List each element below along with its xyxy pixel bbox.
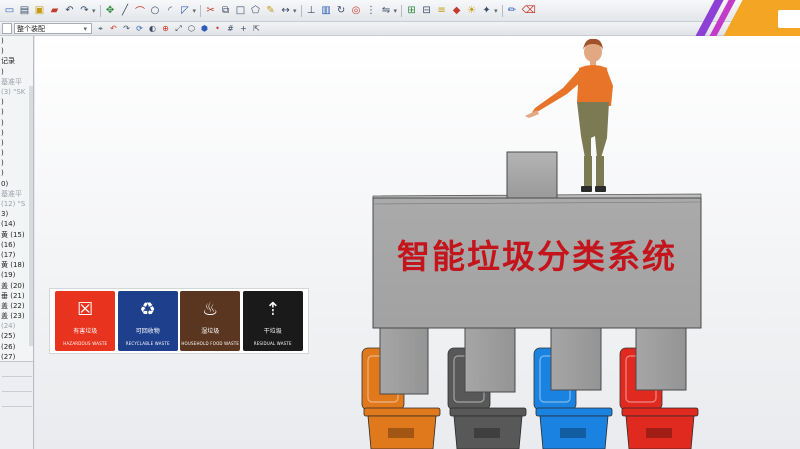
undo-small-icon[interactable]: ↶ xyxy=(108,23,119,35)
open-file-icon[interactable]: ▤ xyxy=(18,3,31,19)
hole-icon[interactable]: ◎ xyxy=(350,3,363,19)
offset-icon[interactable]: ⧉ xyxy=(219,3,232,19)
navigator-item[interactable]: 记录 xyxy=(0,56,33,66)
sensor-block[interactable] xyxy=(506,151,558,199)
grid-icon[interactable]: # xyxy=(225,23,236,35)
save-icon[interactable]: ▣ xyxy=(33,3,46,19)
waste-label-zh: 干垃圾 xyxy=(263,328,282,335)
hazardous-waste-card: ☒ 有害垃圾 HAZARDOUS WASTE xyxy=(55,291,116,351)
mirror-icon[interactable]: ⇋ xyxy=(380,3,393,19)
polygon-icon[interactable]: ⬠ xyxy=(249,3,262,19)
navigator-details-pane xyxy=(0,361,33,449)
waste-label-en: HOUSEHOLD FOOD WASTE xyxy=(181,341,240,346)
waste-label-zh: 有害垃圾 xyxy=(73,328,98,335)
chevron-down-icon[interactable]: ▾ xyxy=(92,7,96,15)
residual-icon: ⇡ xyxy=(265,299,281,320)
chute-pillar xyxy=(635,327,687,391)
wireframe-icon[interactable]: ⬡ xyxy=(186,23,197,35)
cad-app-window: ▭ ▤ ▣ ▰ ↶ ↷ ▾ ✥ ╱ ⌒ ○ ◜ ◸ ▾ ✂ ⧉ □ ⬠ ✎ ↔ ▾ ⊥ ▥ ↻ ◎ ⋮ ⇋ ▾ ⊞ ⊟ ≡ ◆ ☀ ✦ ▾ ✏ ⌫ 整个… xyxy=(0,0,800,449)
chute-pillars xyxy=(379,327,687,395)
select-filter-icon[interactable]: ⌖ xyxy=(95,23,106,35)
selection-scope-combo[interactable]: 整个装配 ▾ xyxy=(14,23,92,34)
waste-label-zh: 可回收物 xyxy=(135,328,160,335)
line-icon[interactable]: ╱ xyxy=(119,3,132,19)
revolve-icon[interactable]: ↻ xyxy=(335,3,348,19)
selection-toolbar: 整个装配 ▾ ⌖ ↶ ↷ ⟳ ◐ ⊕ ⤢ ⬡ ⬢ • # + ⇱ xyxy=(0,22,800,36)
waste-category-legend: ☒ 有害垃圾 HAZARDOUS WASTE ♻ 可回收物 RECYCLABLE WAST… xyxy=(49,288,309,354)
toolbar-separator xyxy=(501,4,503,17)
trim-icon[interactable]: ✂ xyxy=(204,3,217,19)
brand-logo xyxy=(690,0,800,36)
sketch-icon[interactable]: ✎ xyxy=(264,3,277,19)
rotate-icon[interactable]: ⟳ xyxy=(134,23,145,35)
fillet-icon[interactable]: ◜ xyxy=(164,3,177,19)
waste-label-en: HAZARDOUS WASTE xyxy=(63,341,108,346)
navigator-item[interactable]: ) xyxy=(0,36,33,46)
waste-label-zh: 湿垃圾 xyxy=(201,328,220,335)
measure-icon[interactable]: ⊞ xyxy=(405,3,418,19)
recycle-icon: ♻ xyxy=(139,299,156,320)
scene-model: 智能垃圾分类系统 xyxy=(361,38,702,449)
orient-icon[interactable]: ⇱ xyxy=(251,23,262,35)
toolbar-separator xyxy=(200,4,202,17)
fit-icon[interactable]: ⤢ xyxy=(173,23,184,35)
chevron-down-icon: ▾ xyxy=(83,24,87,33)
selection-tools: ⌖ ↶ ↷ ⟳ ◐ ⊕ ⤢ ⬡ ⬢ • # + ⇱ xyxy=(94,23,263,35)
chevron-down-icon[interactable]: ▾ xyxy=(293,7,297,15)
constraint-icon[interactable]: ⊥ xyxy=(305,3,318,19)
rectangle-icon[interactable]: □ xyxy=(234,3,247,19)
render-icon[interactable]: ☀ xyxy=(465,3,478,19)
shaded-icon[interactable]: ⬢ xyxy=(199,23,210,35)
chamfer-icon[interactable]: ◸ xyxy=(179,3,192,19)
new-file-icon[interactable]: ▭ xyxy=(3,3,16,19)
toolbar-separator xyxy=(99,4,101,17)
folder-icon[interactable]: ▰ xyxy=(48,3,61,19)
food-waste-icon: ♨ xyxy=(202,299,219,320)
add-icon[interactable]: + xyxy=(238,23,249,35)
graphics-viewport[interactable]: 智能垃圾分类系统 ☒ 有害垃圾 HAZARDOUS WASTE ♻ 可回收物 R… xyxy=(35,36,800,449)
navigator-item[interactable]: ) xyxy=(0,46,33,56)
redo-icon[interactable]: ↷ xyxy=(78,3,91,19)
toolbar-separator xyxy=(401,4,403,17)
navigator-scrollbar[interactable] xyxy=(29,86,33,346)
chevron-down-icon[interactable]: ▾ xyxy=(394,7,398,15)
undo-icon[interactable]: ↶ xyxy=(63,3,76,19)
pattern-icon[interactable]: ⋮ xyxy=(365,3,378,19)
chute-pillar xyxy=(550,327,602,391)
redo-small-icon[interactable]: ↷ xyxy=(121,23,132,35)
zoom-icon[interactable]: ⊕ xyxy=(160,23,171,35)
waste-label-en: RESIDUAL WASTE xyxy=(253,341,292,346)
chevron-down-icon[interactable]: ▾ xyxy=(193,7,197,15)
part-navigator: )) 记录) 基准平 (3) "SK)))))))) 0) 基准平 (12) "S 3) (14… xyxy=(0,36,34,449)
pencil-icon[interactable]: ✏ xyxy=(506,3,519,19)
household-food-waste-card: ♨ 湿垃圾 HOUSEHOLD FOOD WASTE xyxy=(180,291,241,351)
section-icon[interactable]: ⊟ xyxy=(420,3,433,19)
view-icon[interactable]: ◐ xyxy=(147,23,158,35)
circle-icon[interactable]: ○ xyxy=(149,3,162,19)
residual-waste-card: ⇡ 干垃圾 RESIDUAL WASTE xyxy=(242,291,303,351)
chevron-down-icon[interactable]: ▾ xyxy=(494,7,498,15)
dimension-icon[interactable]: ↔ xyxy=(279,3,292,19)
extrude-icon[interactable]: ▥ xyxy=(320,3,333,19)
toolbar-separator xyxy=(300,4,302,17)
recyclable-waste-card: ♻ 可回收物 RECYCLABLE WASTE xyxy=(117,291,178,351)
snap-icon[interactable]: ✦ xyxy=(480,3,493,19)
waste-label-en: RECYCLABLE WASTE xyxy=(125,341,170,346)
arc-icon[interactable]: ⌒ xyxy=(134,3,147,19)
selection-scope-value: 整个装配 xyxy=(17,24,45,33)
point-icon[interactable]: • xyxy=(212,23,223,35)
main-toolbar: ▭ ▤ ▣ ▰ ↶ ↷ ▾ ✥ ╱ ⌒ ○ ◜ ◸ ▾ ✂ ⧉ □ ⬠ ✎ ↔ ▾ ⊥ ▥ ↻ ◎ ⋮ ⇋ ▾ ⊞ ⊟ ≡ ◆ ☀ ✦ ▾ ✏ ⌫ xyxy=(0,0,800,22)
chute-pillar xyxy=(379,327,429,395)
pan-icon[interactable]: ✥ xyxy=(104,3,117,19)
chute-pillar xyxy=(464,327,516,393)
hazardous-icon: ☒ xyxy=(77,299,94,320)
type-filter-combo[interactable] xyxy=(2,23,12,34)
scene-title-text: 智能垃圾分类系统 xyxy=(397,237,677,276)
layer-icon[interactable]: ≡ xyxy=(435,3,448,19)
navigator-item[interactable]: ) xyxy=(0,67,33,77)
color-icon[interactable]: ◆ xyxy=(450,3,463,19)
eraser-icon[interactable]: ⌫ xyxy=(521,3,537,19)
